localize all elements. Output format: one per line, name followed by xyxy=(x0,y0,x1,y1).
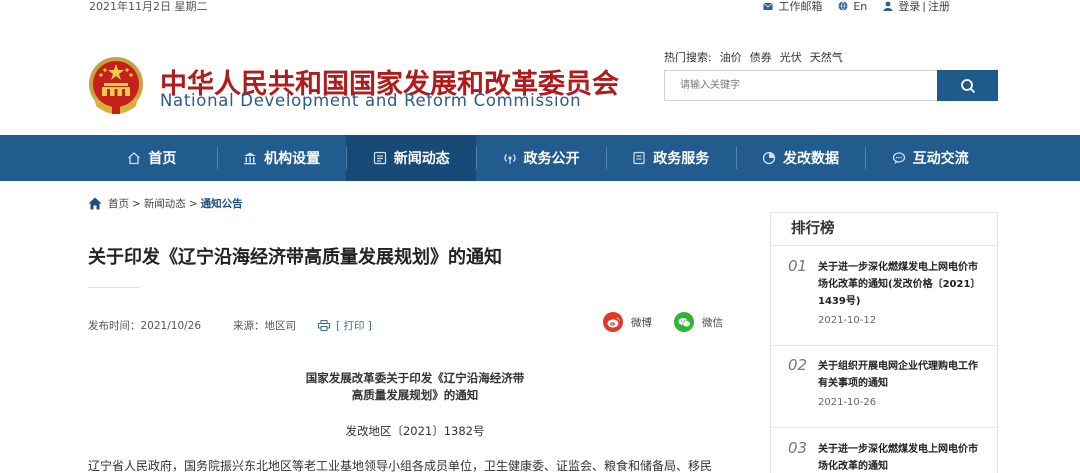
hot-term[interactable]: 天然气 xyxy=(810,49,843,65)
nav-label: 发改数据 xyxy=(782,151,839,167)
search-button[interactable] xyxy=(937,70,998,101)
globe-icon xyxy=(838,1,848,11)
breadcrumb-news[interactable]: 新闻动态 xyxy=(144,196,186,211)
rank-number: 03 xyxy=(788,439,808,457)
article-source: 来源：地区司 xyxy=(233,320,297,332)
hot-term[interactable]: 债券 xyxy=(750,49,772,65)
home-icon xyxy=(128,152,141,165)
ranking-title: 排行榜 xyxy=(771,213,997,246)
rank-number: 02 xyxy=(788,356,808,374)
service-icon xyxy=(633,151,645,165)
site-header: 中华人民共和国国家发展和改革委员会 National Development a… xyxy=(0,12,1080,135)
mail-icon xyxy=(763,2,774,10)
home-icon[interactable] xyxy=(88,197,102,210)
national-emblem-logo[interactable] xyxy=(88,56,144,116)
document-heading: 国家发展改革委关于印发《辽宁沿海经济带 高质量发展规划》的通知 xyxy=(250,370,580,404)
nav-item-organization[interactable]: 机构设置 xyxy=(216,135,347,181)
rank-date: 2021-10-12 xyxy=(818,315,877,326)
nav-label: 新闻动态 xyxy=(393,151,450,167)
top-bar: 2021年11月2日 星期二 工作邮箱 En 登录 | 注册 xyxy=(0,0,1080,13)
english-label: En xyxy=(853,0,868,13)
search-icon xyxy=(960,78,975,93)
nav-label: 政务公开 xyxy=(523,151,580,167)
rank-title[interactable]: 关于进一步深化燃煤发电上网电价市场化改革的通知 xyxy=(818,441,986,473)
news-icon xyxy=(373,151,386,165)
weibo-icon xyxy=(603,312,623,332)
nav-label: 互动交流 xyxy=(912,151,969,167)
english-link[interactable]: En xyxy=(838,0,867,13)
broadcast-icon xyxy=(503,154,516,164)
rank-title[interactable]: 关于组织开展电网企业代理购电工作有关事项的通知 xyxy=(818,358,986,392)
hot-term[interactable]: 光伏 xyxy=(780,49,802,65)
login-divider: | xyxy=(922,0,926,13)
ranking-divider xyxy=(771,427,997,428)
ranking-panel: 排行榜 01 关于进一步深化燃煤发电上网电价市场化改革的通知(发改价格〔2021… xyxy=(770,212,998,473)
breadcrumb-separator: > xyxy=(132,197,141,210)
search-box xyxy=(664,70,998,101)
nav-label: 政务服务 xyxy=(653,151,710,167)
printer-icon xyxy=(318,320,331,331)
print-button[interactable]: [ 打印 ] xyxy=(318,318,372,333)
user-icon xyxy=(883,1,893,11)
share-bar: 微博 微信 xyxy=(603,312,745,332)
share-weibo-button[interactable]: 微博 xyxy=(603,312,652,332)
pie-chart-icon xyxy=(762,151,776,165)
ranking-divider xyxy=(771,345,997,346)
weibo-label: 微博 xyxy=(631,316,652,329)
nav-label: 首页 xyxy=(148,151,177,167)
rank-date: 2021-10-26 xyxy=(818,397,877,408)
nav-label: 机构设置 xyxy=(264,151,321,167)
wechat-label: 微信 xyxy=(702,316,723,329)
print-label: [ 打印 ] xyxy=(336,320,372,332)
breadcrumb-home[interactable]: 首页 xyxy=(108,196,129,211)
building-icon xyxy=(244,152,257,165)
nav-item-data[interactable]: 发改数据 xyxy=(735,135,866,181)
document-number: 发改地区〔2021〕1382号 xyxy=(345,424,485,438)
wechat-icon xyxy=(674,312,694,332)
breadcrumb: 首页 > 新闻动态 > 通知公告 xyxy=(88,196,243,211)
title-divider xyxy=(88,287,140,288)
search-input[interactable] xyxy=(665,71,937,100)
hot-search-label: 热门搜索: xyxy=(664,51,712,64)
document-title-line: 高质量发展规划》的通知 xyxy=(351,388,479,402)
nav-item-home[interactable]: 首页 xyxy=(87,135,217,181)
breadcrumb-separator: > xyxy=(188,197,198,210)
article-body: 辽宁省人民政府，国务院振兴东北地区等老工业基地领导小组各成员单位，卫生健康委、证… xyxy=(88,459,713,473)
nav-item-news[interactable]: 新闻动态 xyxy=(346,135,477,181)
breadcrumb-current[interactable]: 通知公告 xyxy=(201,196,243,211)
hot-term[interactable]: 油价 xyxy=(720,49,742,65)
rank-title[interactable]: 关于进一步深化燃煤发电上网电价市场化改革的通知(发改价格〔2021〕1439号) xyxy=(818,259,986,310)
main-nav: 首页 机构设置 新闻动态 政务公开 政务服务 发改数据 互动交流 xyxy=(0,135,1080,181)
publish-time: 发布时间：2021/10/26 xyxy=(88,320,202,332)
article-title: 关于印发《辽宁沿海经济带高质量发展规划》的通知 xyxy=(88,247,502,268)
nav-item-gov-affairs[interactable]: 政务公开 xyxy=(476,135,606,181)
share-wechat-button[interactable]: 微信 xyxy=(674,312,723,332)
document-title-line: 国家发展改革委关于印发《辽宁沿海经济带 xyxy=(305,371,525,385)
site-title-english: National Development and Reform Commissi… xyxy=(160,91,582,110)
nav-item-interaction[interactable]: 互动交流 xyxy=(865,135,995,181)
nav-item-services[interactable]: 政务服务 xyxy=(605,135,736,181)
chat-icon xyxy=(892,152,905,164)
article-meta: 发布时间：2021/10/26 来源：地区司 [ 打印 ] xyxy=(88,318,372,333)
rank-number: 01 xyxy=(788,257,808,275)
hot-search: 热门搜索: 油价 债券 光伏 天然气 xyxy=(664,49,851,65)
